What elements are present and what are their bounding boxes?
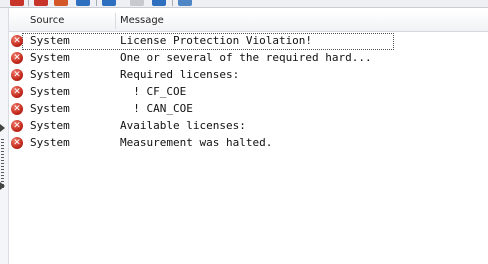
table-row[interactable]: ✕ System ! CAN_COE <box>9 101 488 118</box>
cell-message: ! CAN_COE <box>120 102 193 115</box>
cell-message: One or several of the required hard... <box>120 51 372 64</box>
column-header-source[interactable]: Source <box>30 15 64 26</box>
message-list: ✕ System License Protection Violation! ✕… <box>9 33 488 152</box>
error-icon: ✕ <box>11 35 23 47</box>
error-icon: ✕ <box>11 69 23 81</box>
cell-message: Measurement was halted. <box>120 136 273 149</box>
error-icon: ✕ <box>11 86 23 98</box>
splitter-arrow-icon[interactable] <box>0 124 5 132</box>
error-icon: ✕ <box>11 120 23 132</box>
toolbar-button-3[interactable] <box>54 0 68 6</box>
error-icon: ✕ <box>11 52 23 64</box>
toolbar-button-5[interactable] <box>102 0 116 6</box>
toolbar <box>0 0 488 8</box>
cell-message: Available licenses: <box>120 119 246 132</box>
table-row[interactable]: ✕ System One or several of the required … <box>9 50 488 67</box>
cell-source: System <box>30 51 70 64</box>
error-icon: ✕ <box>11 103 23 115</box>
cell-source: System <box>30 136 70 149</box>
toolbar-button-4[interactable] <box>76 0 90 6</box>
cell-source: System <box>30 85 70 98</box>
table-row[interactable]: ✕ System Required licenses: <box>9 67 488 84</box>
cell-source: System <box>30 119 70 132</box>
cell-message: Required licenses: <box>120 68 240 81</box>
error-icon: ✕ <box>11 137 23 149</box>
toolbar-button-1[interactable] <box>10 0 24 6</box>
table-row[interactable]: ✕ System Available licenses: <box>9 118 488 135</box>
cell-source: System <box>30 34 70 47</box>
toolbar-button-6[interactable] <box>130 0 144 6</box>
toolbar-separator <box>96 0 97 6</box>
table-row[interactable]: ✕ System ! CF_COE <box>9 84 488 101</box>
toolbar-button-8[interactable] <box>178 0 192 6</box>
column-header-row: Source Message <box>9 11 488 32</box>
toolbar-button-7[interactable] <box>152 0 166 6</box>
column-header-message[interactable]: Message <box>120 15 164 26</box>
column-divider[interactable] <box>115 13 116 29</box>
cell-message: ! CF_COE <box>120 85 187 98</box>
cell-source: System <box>30 68 70 81</box>
left-splitter-strip[interactable] <box>0 8 9 264</box>
table-row[interactable]: ✕ System License Protection Violation! <box>9 33 488 50</box>
cell-source: System <box>30 102 70 115</box>
cell-message: License Protection Violation! <box>120 34 313 47</box>
toolbar-button-2[interactable] <box>34 0 48 6</box>
table-row[interactable]: ✕ System Measurement was halted. <box>9 135 488 152</box>
splitter-arrow-icon[interactable] <box>0 182 5 190</box>
toolbar-separator <box>28 0 29 6</box>
toolbar-separator <box>172 0 173 6</box>
